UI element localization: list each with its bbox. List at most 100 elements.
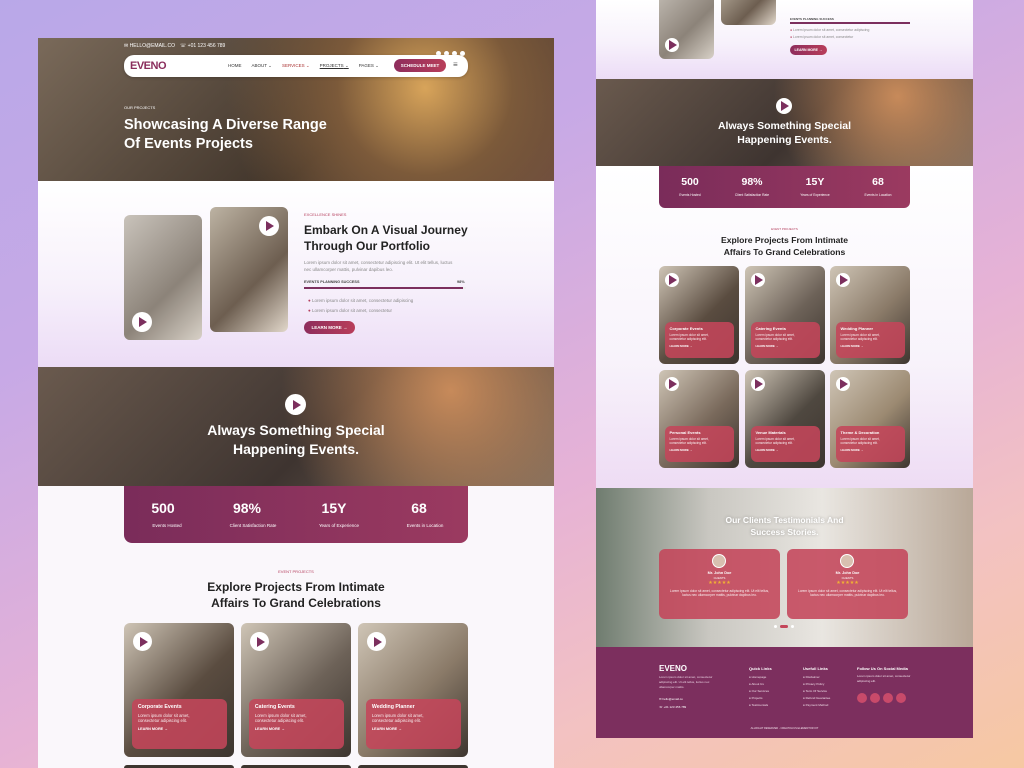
- stat-label: Events in Location: [864, 193, 892, 197]
- instagram-icon[interactable]: [896, 693, 906, 703]
- project-card[interactable]: Corporate Events Lorem ipsum dolor sit a…: [124, 623, 234, 757]
- projects-eyebrow: EVENT PROJECTS: [771, 227, 798, 231]
- project-card-title: Catering Events: [755, 325, 786, 331]
- project-card-desc: Lorem ipsum dolor sit amet, consectetur a…: [254, 712, 307, 724]
- footer-link[interactable]: ● Disclaimer: [803, 674, 830, 681]
- project-card[interactable]: Wedding Planner Lorem ipsum dolor sit am…: [830, 266, 910, 364]
- play-video-icon[interactable]: [776, 98, 792, 114]
- project-card-link[interactable]: LEARN MORE →: [755, 448, 815, 452]
- project-card-link[interactable]: LEARN MORE →: [840, 344, 900, 348]
- video-title: Always Something Special Happening Events…: [717, 120, 852, 146]
- project-card-desc: Lorem ipsum dolor sit amet, consectetur a…: [840, 332, 880, 342]
- project-card-link[interactable]: LEARN MORE →: [755, 344, 815, 348]
- nav-projects[interactable]: PROJECTS ⌄: [320, 63, 349, 69]
- left-page-mockup: ✉ HELLO@EMAIL.CO ☏ +01 123 456 789 EVENO…: [38, 38, 554, 768]
- play-video-icon[interactable]: [751, 273, 765, 287]
- play-video-icon[interactable]: [751, 377, 765, 391]
- project-card[interactable]: Corporate Events Lorem ipsum dolor sit a…: [659, 266, 739, 364]
- hero-title: Showcasing A Diverse Range Of Events Proj…: [124, 117, 327, 152]
- footer-link[interactable]: ● Homepage: [749, 674, 769, 681]
- stat-value: 500: [681, 176, 699, 188]
- play-video-icon[interactable]: [665, 377, 679, 391]
- project-card-overlay: Catering Events Lorem ipsum dolor sit am…: [751, 322, 820, 358]
- footer-logo[interactable]: EVENO: [659, 664, 687, 673]
- carousel-dots[interactable]: [774, 625, 794, 628]
- play-video-icon[interactable]: [836, 273, 850, 287]
- nav-services[interactable]: SERVICES ⌄: [282, 63, 310, 69]
- project-card-desc: Lorem ipsum dolor sit amet, consectetur a…: [755, 436, 795, 446]
- youtube-icon[interactable]: [883, 693, 893, 703]
- project-card[interactable]: Catering Events Lorem ipsum dolor sit am…: [241, 623, 351, 757]
- hamburger-menu-icon[interactable]: ≡: [453, 60, 458, 69]
- learn-more-button[interactable]: LEARN MORE →: [304, 321, 355, 334]
- copyright: ALLRIGHT RESERVED - CREATOLIUS ELEMENTOR…: [750, 727, 819, 730]
- stat-value: 98%: [741, 176, 763, 188]
- footer-link[interactable]: ● Privacy Policy: [803, 681, 830, 688]
- project-card-link[interactable]: LEARN MORE →: [138, 727, 221, 731]
- logo[interactable]: EVENO: [130, 60, 167, 72]
- progress-label: EVENTS PLANNING SUCCESS: [304, 280, 360, 284]
- stat-label: Events in Location: [406, 523, 444, 528]
- project-card-title: Corporate Events: [669, 325, 703, 331]
- topbar-phone[interactable]: ☏ +01 123 456 789: [180, 43, 225, 49]
- stat-value: 68: [411, 500, 427, 516]
- stat-value: 68: [872, 176, 884, 188]
- play-video-icon[interactable]: [285, 394, 306, 415]
- footer-link[interactable]: ● Payment Method: [803, 702, 830, 709]
- projects-title: Explore Projects From Intimate Affairs To…: [207, 580, 385, 610]
- project-card-title: Wedding Planner: [371, 704, 415, 711]
- project-card-title: Theme & Decoration: [840, 429, 880, 435]
- play-video-icon[interactable]: [259, 216, 279, 236]
- progress-bar-fill: [304, 287, 463, 289]
- nav-pages[interactable]: PAGES ⌄: [359, 63, 379, 69]
- project-card[interactable]: Catering Events Lorem ipsum dolor sit am…: [745, 266, 825, 364]
- footer-link[interactable]: ● Projects: [749, 695, 769, 702]
- play-video-icon[interactable]: [132, 312, 152, 332]
- twitter-icon[interactable]: [870, 693, 880, 703]
- play-video-icon[interactable]: [836, 377, 850, 391]
- testimonials-section: Our Clients Testimonials And Success Stor…: [596, 488, 973, 647]
- progress-bar-track: [304, 287, 466, 289]
- project-card[interactable]: Wedding Planner Lorem ipsum dolor sit am…: [358, 623, 468, 757]
- project-card[interactable]: Personal Events Lorem ipsum dolor sit am…: [659, 370, 739, 468]
- topbar-email[interactable]: ✉ HELLO@EMAIL.CO: [124, 43, 175, 49]
- project-card-link[interactable]: LEARN MORE →: [840, 448, 900, 452]
- testimonial-quote: Lorem ipsum dolor sit amet, consectetur …: [797, 589, 898, 598]
- project-card[interactable]: Theme & Decoration Lorem ipsum dolor sit…: [830, 370, 910, 468]
- social-title: Follow Us On Social Media: [857, 666, 908, 671]
- stats-bar: 500 Events Hosted 98% Client Satisfactio…: [124, 486, 468, 543]
- rating-stars: ★★★★★: [836, 580, 859, 586]
- project-card-link[interactable]: LEARN MORE →: [669, 448, 729, 452]
- project-card-overlay: Wedding Planner Lorem ipsum dolor sit am…: [836, 322, 905, 358]
- project-card-overlay: Wedding Planner Lorem ipsum dolor sit am…: [366, 699, 461, 749]
- stat-label: Client Satisfaction Rate: [229, 523, 277, 528]
- avatar: [712, 554, 726, 568]
- footer-link[interactable]: ● Term Of Service: [803, 688, 830, 695]
- play-video-icon[interactable]: [367, 632, 386, 651]
- facebook-icon[interactable]: [857, 693, 867, 703]
- footer-link[interactable]: ● About Us: [749, 681, 769, 688]
- learn-more-button[interactable]: LEARN MORE →: [790, 45, 827, 55]
- project-card-link[interactable]: LEARN MORE →: [255, 727, 338, 731]
- project-card-desc: Lorem ipsum dolor sit amet, consectetur a…: [669, 332, 709, 342]
- footer-link[interactable]: ● Refund Guarantee: [803, 695, 830, 702]
- project-card[interactable]: Venue Materials Lorem ipsum dolor sit am…: [745, 370, 825, 468]
- project-card-link[interactable]: LEARN MORE →: [372, 727, 455, 731]
- play-video-icon[interactable]: [665, 38, 679, 52]
- play-video-icon[interactable]: [665, 273, 679, 287]
- footer-link[interactable]: ● Our Services: [749, 688, 769, 695]
- stat-label: Events Hosted: [679, 193, 701, 197]
- useful-links-title: Usefull Links: [803, 666, 828, 671]
- stat-value: 15Y: [321, 500, 347, 516]
- hero-section: ✉ HELLO@EMAIL.CO ☏ +01 123 456 789 EVENO…: [38, 38, 554, 181]
- schedule-meet-button[interactable]: SCHEDULE MEET: [394, 59, 446, 72]
- play-video-icon[interactable]: [133, 632, 152, 651]
- project-card-link[interactable]: LEARN MORE →: [669, 344, 729, 348]
- footer-contact: ✉ hello@email.co ☏ +01 123 456 789: [659, 695, 686, 711]
- play-video-icon[interactable]: [250, 632, 269, 651]
- nav-about[interactable]: ABOUT ⌄: [252, 63, 272, 69]
- nav-home[interactable]: HOME: [228, 63, 242, 69]
- footer-phone[interactable]: ☏ +01 123 456 789: [659, 703, 686, 711]
- footer-email[interactable]: ✉ hello@email.co: [659, 695, 686, 703]
- footer-link[interactable]: ● Testimonials: [749, 702, 769, 709]
